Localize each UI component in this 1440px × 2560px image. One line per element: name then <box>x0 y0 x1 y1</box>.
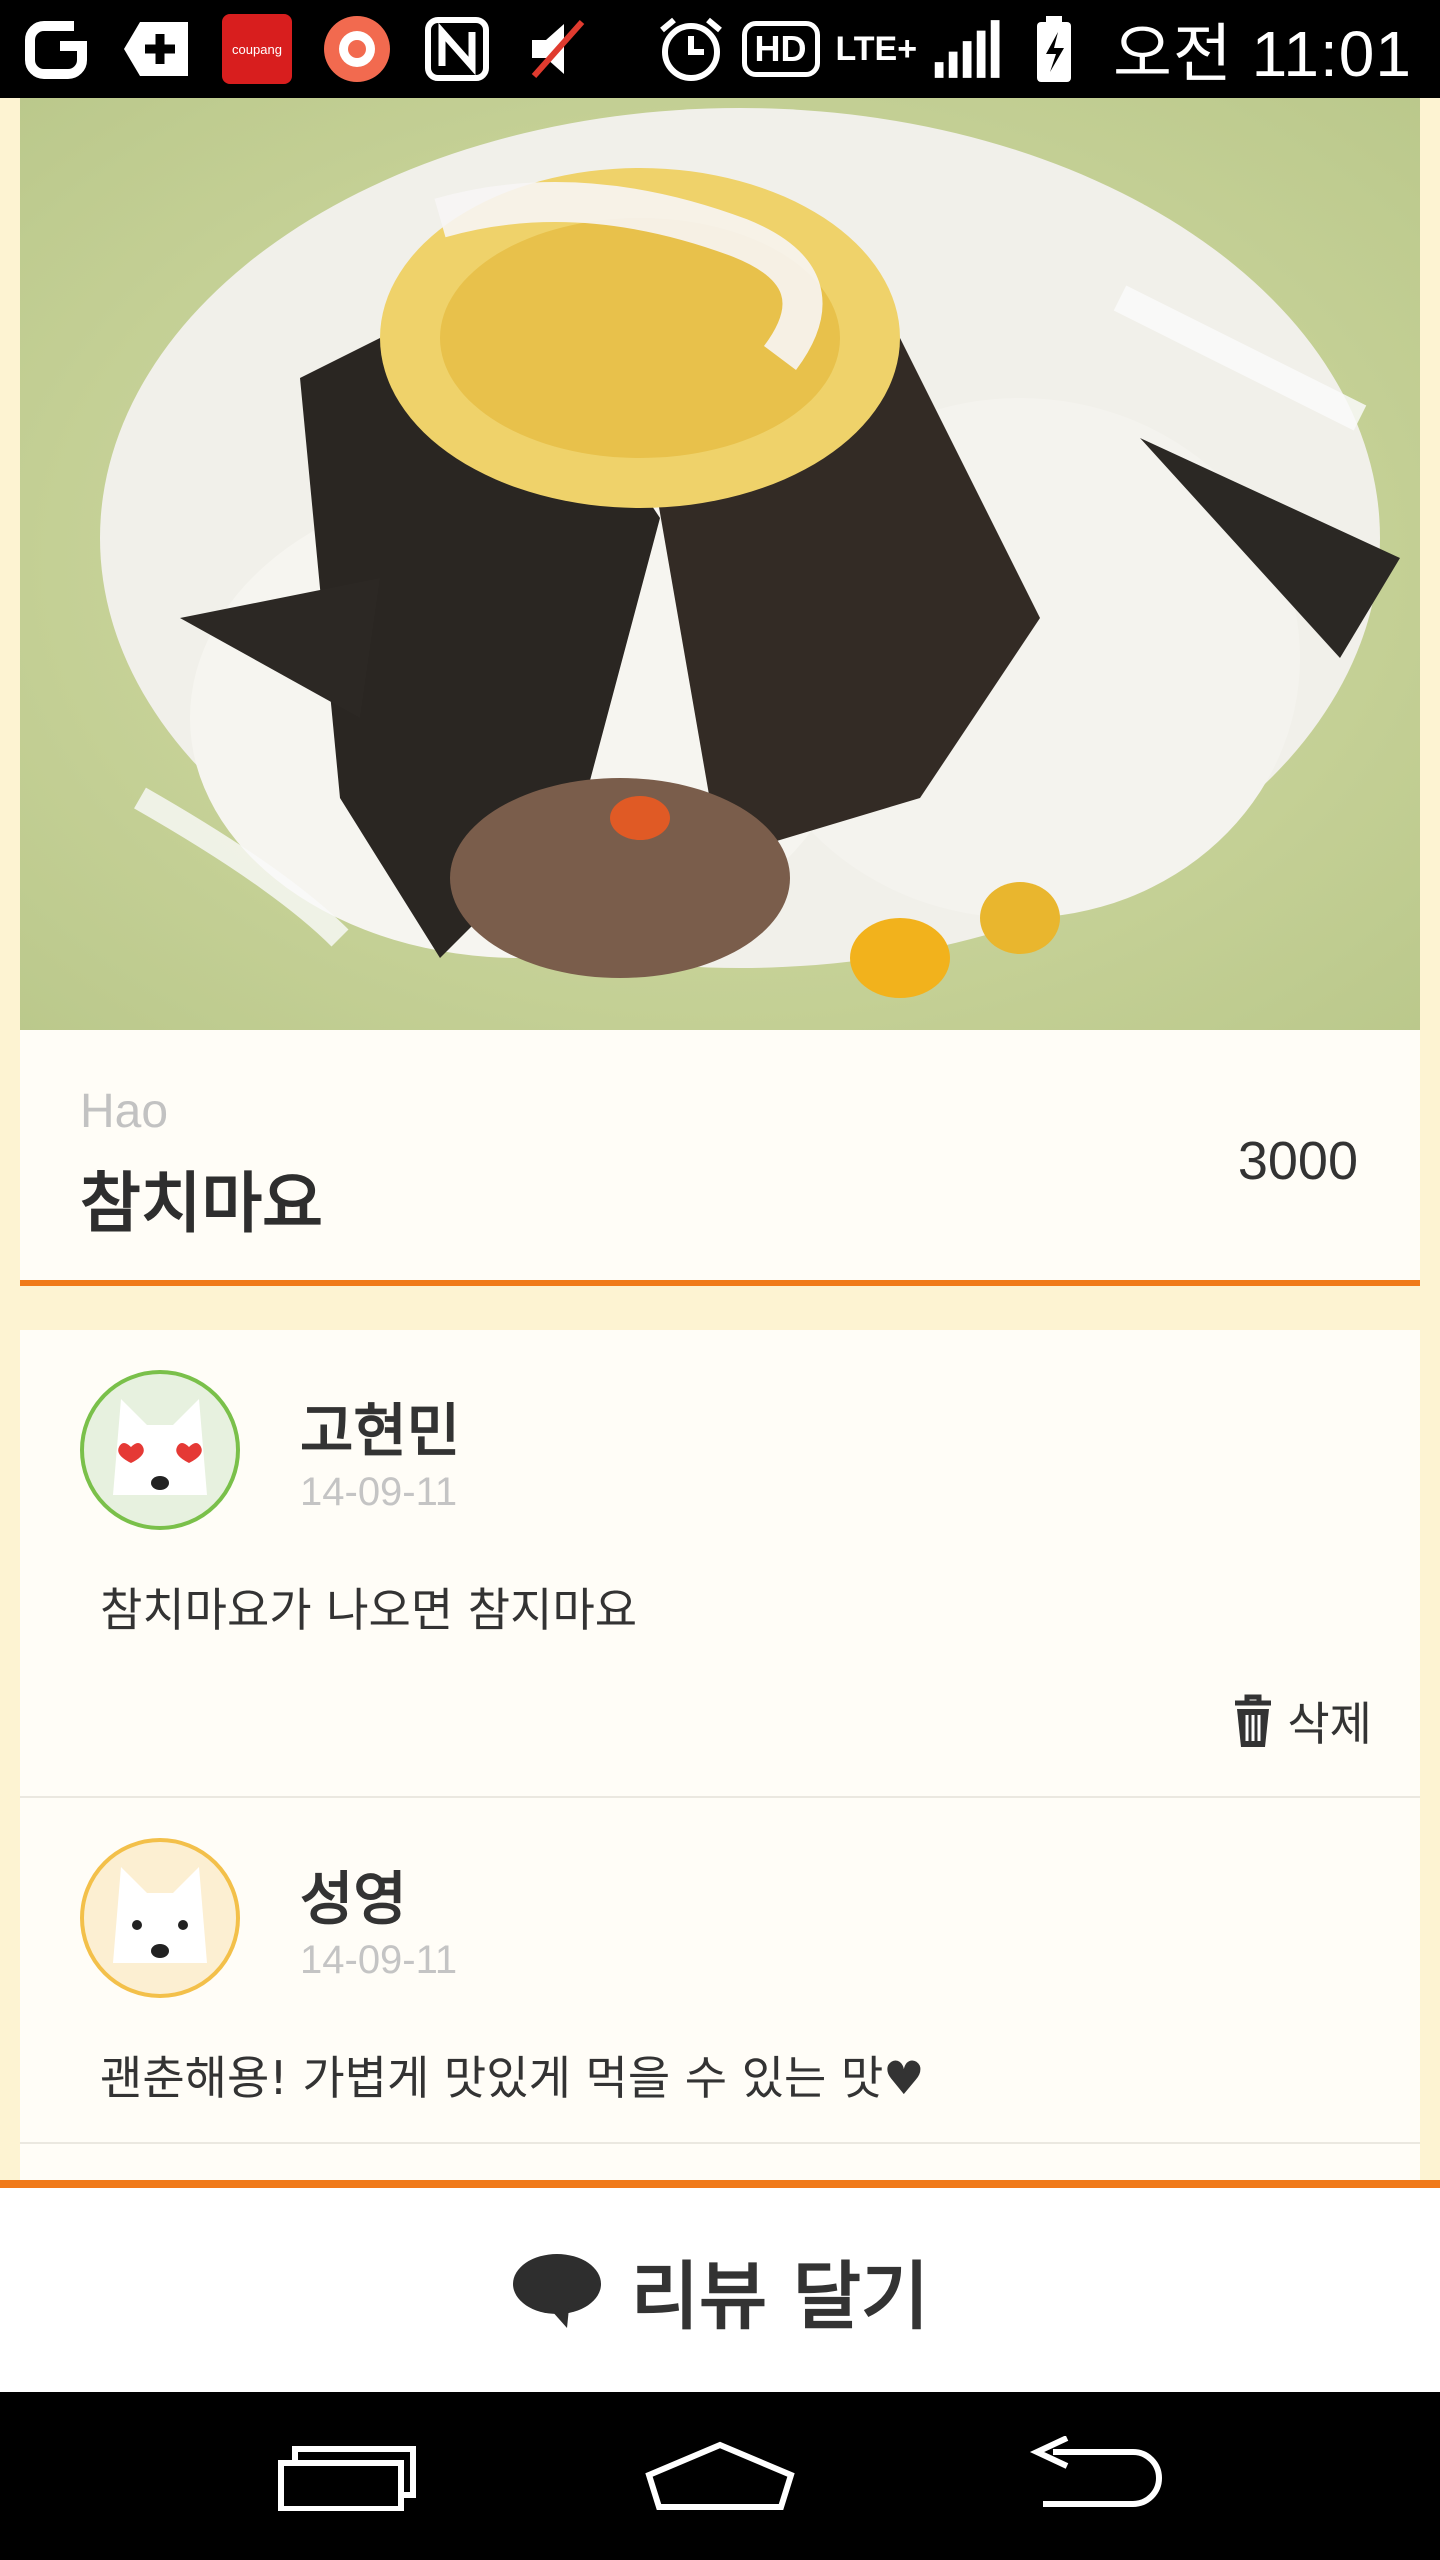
back-button[interactable] <box>993 2416 1193 2536</box>
write-review-button[interactable]: 리뷰 달기 <box>0 2188 1440 2392</box>
avatar <box>80 1838 240 1998</box>
write-review-label: 리뷰 달기 <box>630 2253 930 2340</box>
review-date: 14-09-11 <box>300 1470 458 1514</box>
status-bar-system: HD LTE+ 오전 11:01 <box>656 0 1413 98</box>
dog-hearts-avatar <box>113 1399 207 1495</box>
record-icon <box>322 14 392 84</box>
coupang-icon: coupang <box>222 14 292 84</box>
status-bar: coupang HD LTE+ 오전 11:01 <box>0 0 1440 98</box>
dog-avatar <box>113 1867 207 1963</box>
signal-icon <box>933 14 1003 84</box>
home-icon <box>645 2441 795 2510</box>
back-icon <box>1030 2436 1163 2507</box>
navigation-bar <box>0 2392 1440 2560</box>
recent-apps-icon <box>277 2446 416 2511</box>
avatar <box>80 1370 240 1530</box>
review-text: 괜춘해용! 가볍게 맛있게 먹을 수 있는 맛♥ <box>100 2051 925 2105</box>
hd-icon: HD <box>741 21 820 77</box>
speech-bubble-icon <box>512 2254 601 2328</box>
menu-info-card: Hao 참치마요 3000 <box>20 1030 1420 1286</box>
review-date: 14-09-11 <box>300 1938 458 1982</box>
reviewer-name: 성영 <box>300 1865 407 1933</box>
recent-apps-button[interactable] <box>247 2416 447 2536</box>
alarm-icon <box>656 14 726 84</box>
coupang-label: coupang <box>232 41 282 57</box>
delete-button[interactable]: 삭제 <box>1229 1688 1372 1754</box>
review-item: 고현민 14-09-11 참치마요가 나오면 참지마요 삭제 <box>20 1330 1420 1798</box>
store-name: Hao <box>80 1085 169 1138</box>
plus-shield-icon <box>122 14 192 84</box>
review-list[interactable]: 고현민 14-09-11 참치마요가 나오면 참지마요 삭제 성영 14-09-… <box>20 1330 1420 2180</box>
lte-icon: LTE+ <box>835 30 918 68</box>
food-photo <box>20 98 1420 1030</box>
menu-price: 3000 <box>1237 1131 1358 1191</box>
nfc-icon <box>422 14 492 84</box>
home-button[interactable] <box>620 2416 820 2536</box>
clock: 오전 11:01 <box>1113 18 1412 90</box>
reviewer-name: 고현민 <box>300 1397 461 1465</box>
review-text: 참치마요가 나오면 참지마요 <box>100 1583 638 1637</box>
menu-name: 참치마요 <box>80 1165 323 1242</box>
status-bar-notifications: coupang <box>22 0 592 98</box>
divider <box>0 2180 1440 2188</box>
delete-label: 삭제 <box>1287 1697 1372 1751</box>
mute-icon <box>522 14 592 84</box>
trash-icon <box>1235 1694 1272 1747</box>
g-icon <box>22 14 92 84</box>
battery-icon <box>1019 14 1089 84</box>
review-item: 성영 14-09-11 괜춘해용! 가볍게 맛있게 먹을 수 있는 맛♥ <box>20 1798 1420 2144</box>
